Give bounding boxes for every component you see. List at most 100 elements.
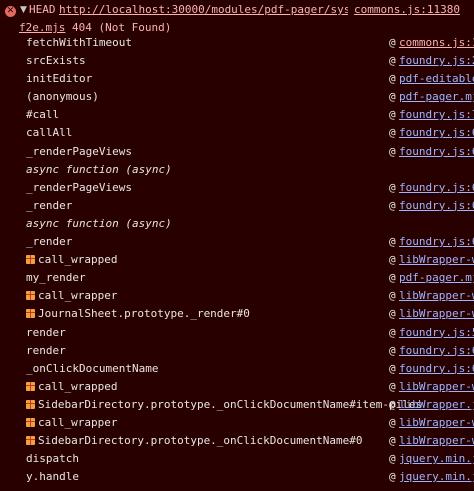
async-boundary-label: async function (async) — [26, 163, 172, 176]
frame-function-name: dispatch — [26, 452, 79, 465]
request-method: HEAD — [29, 3, 56, 16]
gift-icon — [26, 399, 35, 409]
frame-at-sign: @ — [389, 72, 396, 86]
frame-function-text: render — [26, 325, 66, 339]
request-url-continuation[interactable]: f2e.mjs — [19, 21, 65, 34]
frame-at-sign: @ — [389, 434, 396, 448]
stack-frame: call_wrapper @libWrapper-wr — [0, 287, 474, 305]
frame-at-sign: @ — [389, 253, 396, 267]
frame-source-link[interactable]: foundry.js:64 — [399, 145, 474, 158]
frame-source-link[interactable]: libWrapper-wr — [399, 253, 474, 266]
frame-function-text: render — [26, 343, 66, 357]
frame-at-sign: @ — [389, 343, 396, 357]
frame-function-name: _onClickDocumentName — [26, 362, 158, 375]
frame-at-sign: @ — [389, 126, 396, 140]
frame-function-text: call_wrapped — [38, 253, 118, 267]
frame-source-link[interactable]: pdf-editable. — [399, 72, 474, 85]
frame-at-sign: @ — [389, 361, 396, 375]
frame-at-sign: @ — [389, 325, 396, 339]
frame-source-link[interactable]: foundry.js:68 — [399, 126, 474, 139]
frame-at-sign: @ — [389, 108, 396, 122]
frame-function-text: call_wrapped — [38, 379, 118, 393]
frame-function-text: call_wrapper — [38, 289, 118, 303]
frame-source-link[interactable]: jquery.min.js — [399, 452, 474, 465]
stack-frame: SidebarDirectory.prototype._onClickDocum… — [0, 432, 474, 450]
frame-function-name: call_wrapped — [26, 253, 117, 266]
error-message-header[interactable]: ✕ ▼ HEAD http://localhost:30000/modules/… — [0, 3, 474, 21]
stack-frame: _renderPageViews @foundry.js:64 — [0, 179, 474, 197]
gift-icon — [26, 417, 35, 427]
frame-source-link[interactable]: libWrapper-wr — [399, 434, 474, 447]
stack-frame: #call @foundry.js:72 — [0, 106, 474, 124]
frame-at-sign: @ — [389, 307, 396, 321]
frame-at-sign: @ — [389, 379, 396, 393]
error-source-link[interactable]: commons.js:11380 — [348, 3, 460, 16]
frame-source-link[interactable]: foundry.js:64 — [399, 235, 474, 248]
frame-source-link[interactable]: libWrapper-wr — [399, 289, 474, 302]
stack-frame: JournalSheet.prototype._render#0 @ libWrap… — [0, 305, 474, 323]
stack-frame: async function (async) — [0, 215, 474, 233]
frame-function-text: #call — [26, 108, 60, 122]
frame-source-link[interactable]: libWrapper-wr — [399, 307, 474, 320]
frame-function-name: _render — [26, 199, 72, 212]
stack-frame: my_render @pdf-pager.mjs — [0, 269, 474, 287]
frame-at-sign: @ — [389, 90, 396, 104]
frame-function-text: JournalSheet.prototype._render#0 — [38, 307, 250, 321]
frame-source-link[interactable]: foundry.js:25 — [399, 54, 474, 67]
frame-source-link[interactable]: foundry.js:64 — [399, 199, 474, 212]
frame-function-name: call_wrapper — [26, 289, 117, 302]
frame-function-text: SidebarDirectory.prototype._onClickDocum… — [38, 397, 423, 411]
console-panel: ✕ ▼ HEAD http://localhost:30000/modules/… — [0, 0, 474, 491]
stack-frame: render @foundry.js:56 — [0, 324, 474, 342]
stack-frame: srcExists @foundry.js:25 — [0, 52, 474, 70]
frame-at-sign: @ — [389, 397, 396, 411]
frame-at-sign: @ — [389, 198, 396, 212]
frame-function-name: my_render — [26, 271, 86, 284]
frame-at-sign: @ — [389, 235, 396, 249]
frame-function-text: callAll — [26, 126, 73, 140]
frame-function-name: call_wrapper — [26, 416, 117, 429]
stack-frame: y.handle @jquery.min.js — [0, 468, 474, 486]
frame-function-name: JournalSheet.prototype._render#0 — [26, 307, 250, 320]
stack-frame: call_wrapped @libWrapper-wr — [0, 378, 474, 396]
frame-function-text: srcExists — [26, 54, 86, 68]
frame-source-link[interactable]: commons.js:10 — [399, 36, 474, 49]
frame-at-sign: @ — [389, 271, 396, 285]
gift-icon — [26, 309, 35, 319]
frame-source-link[interactable]: jquery.min.js — [399, 470, 474, 483]
gift-icon — [26, 436, 35, 446]
expanded-triangle-icon[interactable]: ▼ — [20, 5, 27, 15]
frame-function-name: SidebarDirectory.prototype._onClickDocum… — [26, 434, 363, 447]
stack-frame: call_wrapped @libWrapper-wr — [0, 251, 474, 269]
frame-source-link[interactable]: libWrapper-wr — [399, 416, 474, 429]
frame-source-link[interactable]: libWrapper-wr — [399, 380, 474, 393]
request-url-link[interactable]: http://localhost:30000/modules/pdf-pager… — [59, 3, 390, 16]
frame-source-link[interactable]: foundry.js:64 — [399, 181, 474, 194]
frame-function-name: #call — [26, 108, 59, 121]
frame-source-link[interactable]: foundry.js:63 — [399, 344, 474, 357]
frame-source-link[interactable]: libWrapper.js — [399, 398, 474, 411]
frame-source-link[interactable]: foundry.js:56 — [399, 326, 474, 339]
frame-function-name: fetchWithTimeout — [26, 36, 132, 49]
stack-frame: async function (async) — [0, 161, 474, 179]
frame-at-sign: @ — [389, 470, 396, 484]
frame-function-name: (anonymous) — [26, 90, 99, 103]
stack-frame: render @foundry.js:63 — [0, 342, 474, 360]
frame-at-sign: @ — [389, 36, 396, 49]
gift-icon — [26, 255, 35, 265]
frame-function-name: srcExists — [26, 54, 86, 67]
frame-source-link[interactable]: pdf-pager.mjs — [399, 271, 474, 284]
frame-function-name: render — [26, 326, 66, 339]
frame-function-text: my_render — [26, 271, 86, 285]
frame-function-text: fetchWithTimeout — [26, 36, 132, 49]
frame-source-link[interactable]: foundry.js:60 — [399, 362, 474, 375]
frame-source-link[interactable]: foundry.js:72 — [399, 108, 474, 121]
frame-source-link[interactable]: pdf-pager.mjs — [399, 90, 474, 103]
frame-function-text: dispatch — [26, 452, 79, 466]
frame-at-sign: @ — [389, 415, 396, 429]
frame-function-name: _render — [26, 235, 72, 248]
frame-function-name: y.handle — [26, 470, 79, 483]
stack-frame: _render @foundry.js:64 — [0, 233, 474, 251]
frame-function-text: _renderPageViews — [26, 180, 132, 194]
frame-function-name: callAll — [26, 126, 72, 139]
